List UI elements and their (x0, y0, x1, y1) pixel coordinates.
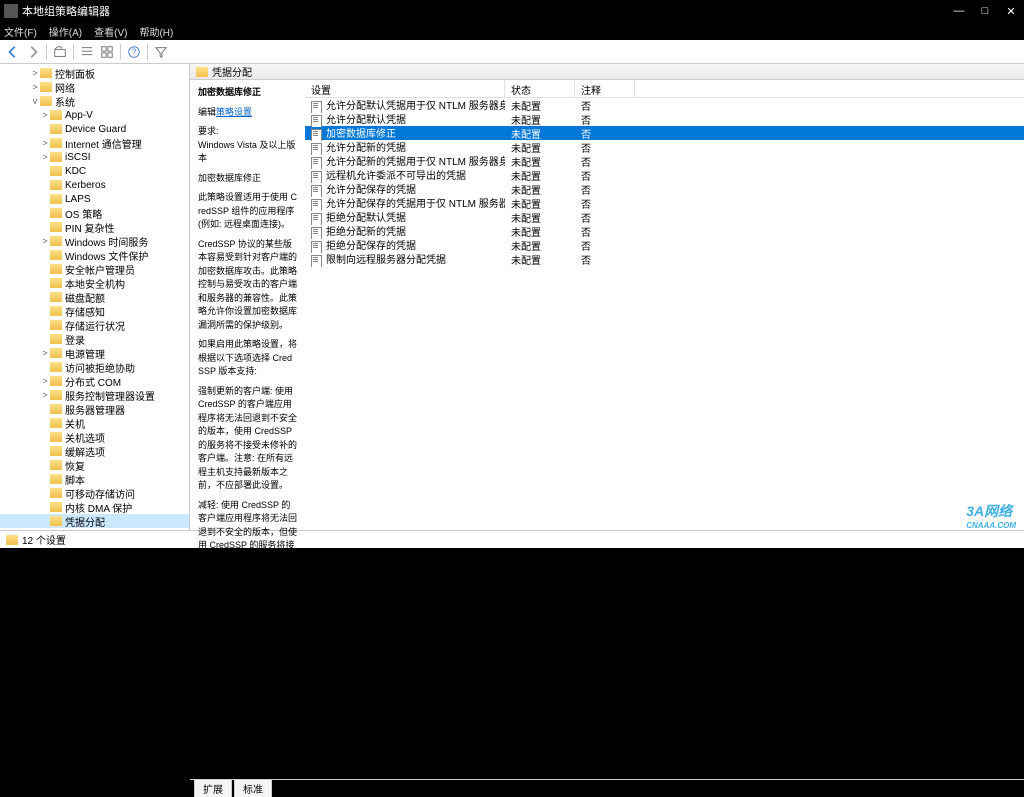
help-icon[interactable]: ? (125, 43, 143, 61)
menu-help[interactable]: 帮助(H) (139, 24, 173, 39)
list-row[interactable]: 加密数据库修正未配置否 (305, 126, 1024, 140)
tree-item[interactable]: 磁盘配额 (0, 290, 189, 304)
col-comment[interactable]: 注释 (575, 80, 635, 97)
list-row[interactable]: 允许分配新的凭据未配置否 (305, 140, 1024, 154)
window-title: 本地组策略编辑器 (22, 3, 110, 19)
back-button[interactable] (4, 43, 22, 61)
menu-file[interactable]: 文件(F) (4, 24, 37, 39)
col-state[interactable]: 状态 (505, 80, 575, 97)
tree-item[interactable]: 关机选项 (0, 430, 189, 444)
tree-item[interactable]: 访问被拒绝协助 (0, 360, 189, 374)
tree-item[interactable]: Kerberos (0, 178, 189, 192)
tree-item[interactable]: >电源管理 (0, 346, 189, 360)
tree-item[interactable]: >Internet 通信管理 (0, 136, 189, 150)
watermark: 3A网络 CNAAA.COM (966, 501, 1016, 530)
tree-item[interactable]: 可移动存储访问 (0, 486, 189, 500)
tree-item[interactable]: 登录 (0, 332, 189, 346)
tree-item[interactable]: 存储感知 (0, 304, 189, 318)
detail-panel: 加密数据库修正 编辑策略设置 要求:Windows Vista 及以上版本 加密… (190, 80, 305, 779)
list-row[interactable]: 允许分配保存的凭据未配置否 (305, 182, 1024, 196)
tree-item[interactable]: >App-V (0, 108, 189, 122)
tab-extended[interactable]: 扩展 (194, 779, 232, 797)
svg-text:?: ? (132, 47, 137, 56)
list-row[interactable]: 允许分配新的凭据用于仅 NTLM 服务器身份验证未配置否 (305, 154, 1024, 168)
tree-item[interactable]: KDC (0, 164, 189, 178)
tree-item[interactable]: 区域设置服务 (0, 528, 189, 530)
folder-icon (6, 535, 18, 545)
tree-item[interactable]: 存储运行状况 (0, 318, 189, 332)
folder-icon (196, 67, 208, 77)
details-icon[interactable] (98, 43, 116, 61)
tab-standard[interactable]: 标准 (234, 779, 272, 797)
tree-item[interactable]: Device Guard (0, 122, 189, 136)
tree-item[interactable]: >服务控制管理器设置 (0, 388, 189, 402)
titlebar: 本地组策略编辑器 — □ ✕ (0, 0, 1024, 22)
list-row[interactable]: 拒绝分配默认凭据未配置否 (305, 210, 1024, 224)
tree-item[interactable]: >分布式 COM (0, 374, 189, 388)
content-header: 凭据分配 (190, 64, 1024, 80)
content-title: 凭据分配 (212, 64, 252, 79)
toolbar: ? (0, 40, 1024, 64)
list-row[interactable]: 允许分配默认凭据未配置否 (305, 112, 1024, 126)
tree-item[interactable]: >控制面板 (0, 66, 189, 80)
list-icon[interactable] (78, 43, 96, 61)
close-button[interactable]: ✕ (998, 5, 1024, 18)
maximize-button[interactable]: □ (972, 5, 998, 17)
list-header[interactable]: 设置 状态 注释 (305, 80, 1024, 98)
list-row[interactable]: 限制向远程服务器分配凭据未配置否 (305, 252, 1024, 266)
tree-item[interactable]: 内核 DMA 保护 (0, 500, 189, 514)
tree-item[interactable]: v系统 (0, 94, 189, 108)
tree-item[interactable]: 关机 (0, 416, 189, 430)
list-row[interactable]: 允许分配默认凭据用于仅 NTLM 服务器身份验证未配置否 (305, 98, 1024, 112)
tree-item[interactable]: 安全帐户管理员 (0, 262, 189, 276)
tree-item[interactable]: 恢复 (0, 458, 189, 472)
menu-action[interactable]: 操作(A) (49, 24, 82, 39)
tree-item[interactable]: 凭据分配 (0, 514, 189, 528)
tree-item[interactable]: LAPS (0, 192, 189, 206)
detail-title: 加密数据库修正 (198, 86, 297, 100)
tree-item[interactable]: 脚本 (0, 472, 189, 486)
app-icon (4, 4, 18, 18)
tree-item[interactable]: 缓解选项 (0, 444, 189, 458)
tree-item[interactable]: >Windows 时间服务 (0, 234, 189, 248)
filter-icon[interactable] (152, 43, 170, 61)
list-row[interactable]: 远程机允许委派不可导出的凭据未配置否 (305, 168, 1024, 182)
edit-policy-link[interactable]: 策略设置 (216, 107, 252, 117)
tree-item[interactable]: >iSCSI (0, 150, 189, 164)
tree-item[interactable]: 本地安全机构 (0, 276, 189, 290)
menu-view[interactable]: 查看(V) (94, 24, 127, 39)
tree-item[interactable]: PIN 复杂性 (0, 220, 189, 234)
tabs: 扩展 标准 (190, 779, 1024, 797)
forward-button[interactable] (24, 43, 42, 61)
settings-list: 设置 状态 注释 允许分配默认凭据用于仅 NTLM 服务器身份验证未配置否允许分… (305, 80, 1024, 779)
tree-item[interactable]: 服务器管理器 (0, 402, 189, 416)
tree-item[interactable]: >网络 (0, 80, 189, 94)
list-row[interactable]: 允许分配保存的凭据用于仅 NTLM 服务器身份验证未配置否 (305, 196, 1024, 210)
minimize-button[interactable]: — (946, 5, 972, 17)
list-row[interactable]: 拒绝分配新的凭据未配置否 (305, 224, 1024, 238)
col-setting[interactable]: 设置 (305, 80, 505, 97)
tree-panel[interactable]: >控制面板>网络v系统>App-VDevice Guard>Internet 通… (0, 64, 190, 530)
status-text: 12 个设置 (22, 532, 66, 547)
list-row[interactable]: 拒绝分配保存的凭据未配置否 (305, 238, 1024, 252)
up-button[interactable] (51, 43, 69, 61)
menubar: 文件(F) 操作(A) 查看(V) 帮助(H) (0, 22, 1024, 40)
tree-item[interactable]: OS 策略 (0, 206, 189, 220)
tree-item[interactable]: Windows 文件保护 (0, 248, 189, 262)
